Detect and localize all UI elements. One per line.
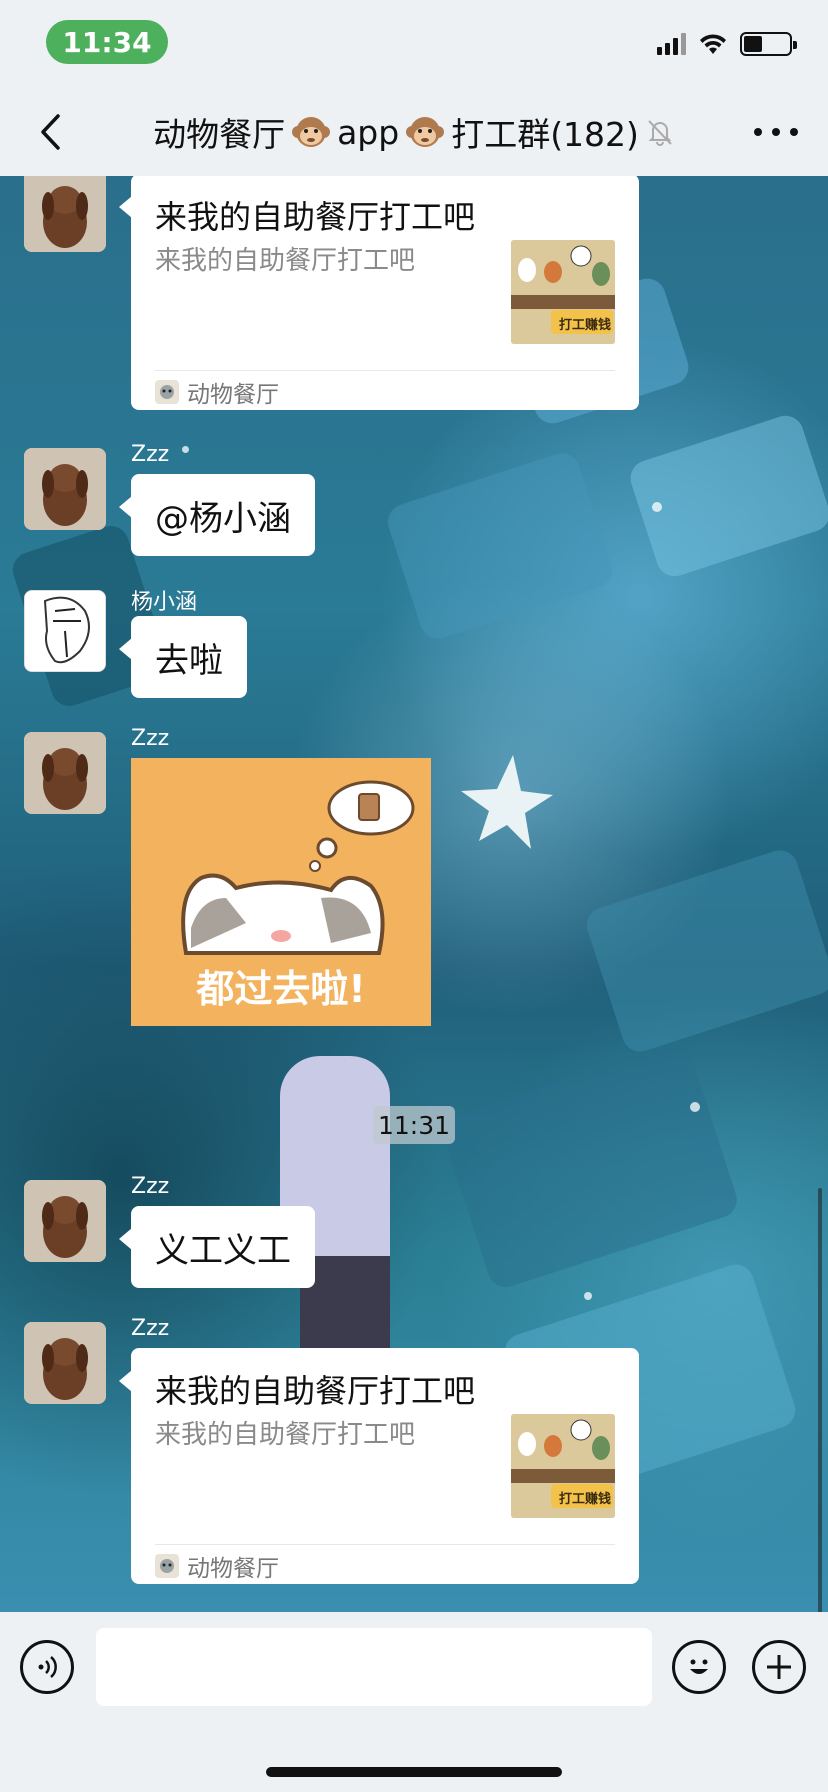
signal-icon	[657, 33, 686, 55]
card-title: 来我的自助餐厅打工吧	[155, 1372, 476, 1410]
status-icons	[657, 32, 797, 56]
share-card[interactable]: 来我的自助餐厅打工吧 来我的自助餐厅打工吧 打工赚钱 动物餐厅	[119, 1348, 639, 1584]
card-source: 动物餐厅	[155, 376, 279, 408]
message-bubble[interactable]: @杨小涵	[119, 474, 315, 556]
app-icon	[155, 380, 179, 404]
chat-area[interactable]: 来我的自助餐厅打工吧 来我的自助餐厅打工吧 打工赚钱 动物餐厅 Zzz @杨小涵…	[0, 176, 828, 1612]
sender-name: Zzz	[131, 442, 170, 467]
share-card[interactable]: 来我的自助餐厅打工吧 来我的自助餐厅打工吧 打工赚钱 动物餐厅	[119, 176, 639, 410]
battery-icon	[740, 32, 797, 56]
scrollbar[interactable]	[818, 1188, 822, 1612]
card-source-label: 动物餐厅	[187, 382, 279, 408]
card-desc: 来我的自助餐厅打工吧	[155, 246, 416, 276]
card-divider	[155, 1544, 615, 1545]
monkey-icon	[406, 117, 445, 147]
avatar[interactable]	[24, 1180, 106, 1262]
input-bar	[0, 1612, 828, 1792]
message-bubble[interactable]: 义工义工	[119, 1206, 315, 1288]
avatar[interactable]	[24, 1322, 106, 1404]
more-actions-button[interactable]	[752, 1640, 806, 1694]
card-divider	[155, 370, 615, 371]
card-thumbnail: 打工赚钱	[511, 240, 615, 344]
thumb-label: 打工赚钱	[559, 1492, 612, 1507]
title-text-1: 动物餐厅	[153, 115, 286, 154]
message-bubble[interactable]: 去啦	[119, 616, 247, 698]
back-icon	[41, 114, 60, 150]
card-title: 来我的自助餐厅打工吧	[155, 198, 476, 236]
title-text-3: 打工群(182)	[451, 115, 639, 154]
message-input[interactable]	[96, 1628, 652, 1706]
avatar[interactable]	[24, 590, 106, 672]
thumb-label: 打工赚钱	[559, 318, 612, 333]
sticker-text: 都过去啦!	[196, 967, 366, 1011]
monkey-icon	[292, 117, 331, 147]
chat-title: 动物餐厅 app 打工群(182)	[96, 88, 732, 176]
voice-button[interactable]	[20, 1640, 74, 1694]
avatar[interactable]	[24, 176, 106, 252]
card-source-label: 动物餐厅	[187, 1556, 279, 1582]
card-thumbnail: 打工赚钱	[511, 1414, 615, 1518]
sender-name: Zzz	[131, 726, 170, 751]
home-indicator[interactable]	[266, 1767, 562, 1777]
avatar[interactable]	[24, 732, 106, 814]
emoji-button[interactable]	[672, 1640, 726, 1694]
timestamp: 11:31	[373, 1106, 455, 1144]
title-text-2: app	[337, 112, 400, 152]
sender-name: 杨小涵	[131, 590, 198, 615]
voice-icon	[38, 1656, 57, 1678]
status-time[interactable]: 11:34	[46, 20, 168, 64]
app-icon	[155, 1554, 179, 1578]
sender-name: Zzz	[131, 1174, 170, 1199]
wifi-icon	[700, 34, 726, 54]
card-source: 动物餐厅	[155, 1550, 279, 1582]
card-desc: 来我的自助餐厅打工吧	[155, 1420, 416, 1450]
mute-icon	[648, 120, 672, 146]
status-bar: 11:34	[0, 0, 828, 88]
sender-name: Zzz	[131, 1316, 170, 1341]
sticker-image[interactable]: 都过去啦!	[131, 758, 431, 1026]
avatar[interactable]	[24, 448, 106, 530]
nav-bar: 动物餐厅 app 打工群(182)	[0, 88, 828, 176]
more-button[interactable]	[754, 120, 798, 144]
emoji-icon	[690, 1659, 708, 1674]
back-button[interactable]	[26, 108, 74, 156]
plus-icon	[767, 1655, 791, 1679]
